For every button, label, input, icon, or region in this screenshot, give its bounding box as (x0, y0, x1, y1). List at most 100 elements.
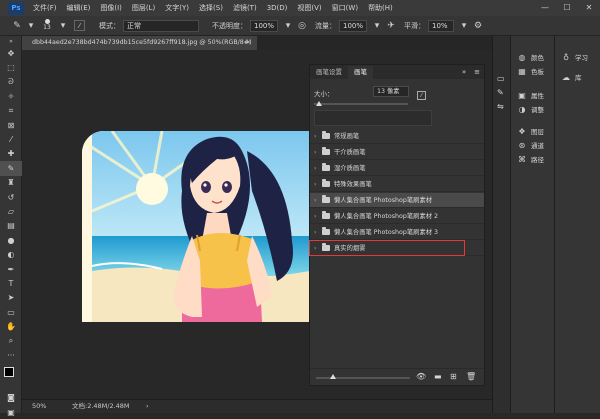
tab-brushes[interactable]: 画笔 (348, 66, 373, 79)
chevron-down-icon[interactable]: ▾ (281, 19, 295, 33)
preview-slider-handle[interactable] (330, 374, 336, 379)
brush-folder[interactable]: › 懒人集合画笔 Photoshop笔刷素材 (310, 193, 484, 208)
trash-icon[interactable]: 🗑 (466, 372, 476, 381)
adjust-panel-icon[interactable]: ⇋ (497, 102, 504, 111)
brush-settings-toggle-icon[interactable]: ⁄ (74, 20, 85, 31)
menu-edit[interactable]: 编辑(E) (62, 3, 96, 13)
menu-help[interactable]: 帮助(H) (363, 3, 398, 13)
smoothing-field[interactable]: 10% (428, 19, 454, 32)
healing-brush-tool-icon[interactable]: ✚ (0, 147, 22, 161)
size-field[interactable]: 13 像素 (373, 86, 409, 97)
brush-folder[interactable]: › 特殊效果画笔 (310, 177, 484, 192)
opacity-field[interactable]: 100% (250, 19, 278, 32)
pressure-opacity-icon[interactable]: ◎ (295, 19, 309, 33)
panel-channels[interactable]: ⊛ 通道 (517, 140, 544, 151)
menu-layer[interactable]: 图层(L) (127, 3, 160, 13)
visibility-icon[interactable]: 👁 (416, 372, 426, 381)
panel-learn[interactable]: ♁ 学习 (561, 52, 588, 63)
menu-type[interactable]: 文字(Y) (160, 3, 194, 13)
zoom-tool-icon[interactable]: ⌕ (0, 334, 22, 348)
airbrush-icon[interactable]: ✈ (384, 19, 398, 33)
panel-collapse-icon[interactable]: » (458, 66, 470, 79)
panel-libraries[interactable]: ☁ 库 (561, 72, 582, 83)
brush-settings-icon[interactable]: ⁄ (417, 91, 426, 100)
panel-menu-icon[interactable]: ≡ (470, 66, 484, 79)
blur-tool-icon[interactable]: ● (0, 233, 22, 247)
lasso-tool-icon[interactable]: ᘐ (0, 75, 22, 89)
more-tools-icon[interactable]: ··· (0, 348, 22, 362)
marquee-tool-icon[interactable]: ⬚ (0, 60, 22, 74)
hand-tool-icon[interactable]: ✋ (0, 319, 22, 333)
brush-folder[interactable]: › 常规画笔 (310, 129, 484, 144)
foreground-color-swatch[interactable] (4, 366, 14, 377)
tab-brush-settings[interactable]: 画笔设置 (310, 66, 348, 79)
brush-preset-picker[interactable]: 13 (38, 17, 56, 35)
zoom-level[interactable]: 50% (32, 400, 46, 413)
flow-label: 流量： (315, 21, 336, 30)
chevron-down-icon[interactable]: ▾ (457, 19, 471, 33)
history-panel-icon[interactable]: ▭ (497, 74, 505, 83)
collapse-toolbar-icon[interactable]: » (0, 36, 22, 46)
brush-folder[interactable]: › 干介质画笔 (310, 145, 484, 160)
close-icon[interactable]: ✕ (578, 0, 600, 16)
brush-folder[interactable]: › 懒人集合画笔 Photoshop笔刷素材 2 (310, 209, 484, 224)
brush-tool-icon[interactable]: ✎ (10, 19, 24, 33)
clone-stamp-tool-icon[interactable]: ♜ (0, 176, 22, 190)
pen-tool-icon[interactable]: ✒ (0, 262, 22, 276)
eyedropper-tool-icon[interactable]: ⁄ (0, 132, 22, 146)
chevron-right-icon[interactable]: › (146, 400, 149, 413)
folder-icon[interactable]: ▬ (434, 372, 442, 381)
chevron-down-icon[interactable]: ▾ (56, 19, 70, 33)
size-slider-track[interactable] (314, 103, 408, 105)
history-brush-tool-icon[interactable]: ↺ (0, 190, 22, 204)
gradient-tool-icon[interactable]: ▤ (0, 219, 22, 233)
path-selection-tool-icon[interactable]: ➤ (0, 291, 22, 305)
brush-panel-icon[interactable]: ✎ (497, 88, 504, 97)
color-swatches[interactable] (0, 365, 21, 391)
menu-file[interactable]: 文件(F) (28, 3, 62, 13)
new-brush-icon[interactable]: ⊞ (450, 372, 457, 381)
panel-dock-2: ♁ 学习 ☁ 库 (554, 36, 600, 413)
menu-filter[interactable]: 滤镜(T) (228, 3, 262, 13)
menu-3d[interactable]: 3D(D) (262, 4, 293, 12)
menu-image[interactable]: 图像(I) (95, 3, 127, 13)
brush-tool-icon[interactable]: ✎ (0, 161, 22, 176)
document-tab[interactable]: dbb44aed2e738bd474b739db15ce5fd9267ff918… (22, 36, 257, 50)
panel-properties[interactable]: ▣ 属性 (517, 90, 544, 101)
chevron-down-icon[interactable]: ▾ (370, 19, 384, 33)
panel-swatches[interactable]: ▦ 色板 (517, 66, 544, 77)
rectangle-tool-icon[interactable]: ▭ (0, 305, 22, 319)
panel-paths[interactable]: ⌘ 路径 (517, 154, 544, 165)
panel-layers[interactable]: ❖ 图层 (517, 126, 544, 137)
minimize-icon[interactable]: — (534, 0, 556, 16)
size-slider-handle[interactable] (316, 101, 322, 106)
maximize-icon[interactable]: ☐ (556, 0, 578, 16)
smoothing-label: 平滑： (404, 21, 425, 30)
layers-icon: ❖ (518, 126, 526, 136)
dodge-tool-icon[interactable]: ◐ (0, 247, 22, 261)
panel-adjustments[interactable]: ◑ 调整 (517, 104, 545, 115)
quick-mask-icon[interactable]: ◙ (0, 391, 22, 405)
brush-folder[interactable]: › 湿介质画笔 (310, 161, 484, 176)
screen-mode-icon[interactable]: ▣ (0, 405, 22, 419)
panel-color[interactable]: ◍ 颜色 (517, 52, 545, 63)
close-tab-icon[interactable]: × (246, 36, 251, 50)
gear-icon[interactable]: ⚙ (471, 19, 485, 33)
menu-window[interactable]: 窗口(W) (327, 3, 363, 13)
frame-tool-icon[interactable]: ⊠ (0, 118, 22, 132)
menu-select[interactable]: 选择(S) (194, 3, 228, 13)
quick-selection-tool-icon[interactable]: ✧ (0, 89, 22, 103)
type-tool-icon[interactable]: T (0, 276, 22, 290)
size-label: 大小： (314, 90, 334, 98)
chevron-down-icon[interactable]: ▾ (24, 19, 38, 33)
panel-tabs: 画笔设置 画笔 » ≡ (310, 65, 484, 79)
eraser-tool-icon[interactable]: ▱ (0, 204, 22, 218)
crop-tool-icon[interactable]: ⌗ (0, 104, 22, 118)
brush-folder[interactable]: › 懒人集合画笔 Photoshop笔刷素材 3 (310, 225, 484, 240)
brush-search-area[interactable] (314, 110, 432, 126)
flow-field[interactable]: 100% (339, 19, 367, 32)
menu-view[interactable]: 视图(V) (292, 3, 326, 13)
mode-select[interactable]: 正常 (123, 19, 199, 32)
move-tool-icon[interactable]: ✥ (0, 46, 22, 60)
canvas-image[interactable] (82, 131, 310, 322)
